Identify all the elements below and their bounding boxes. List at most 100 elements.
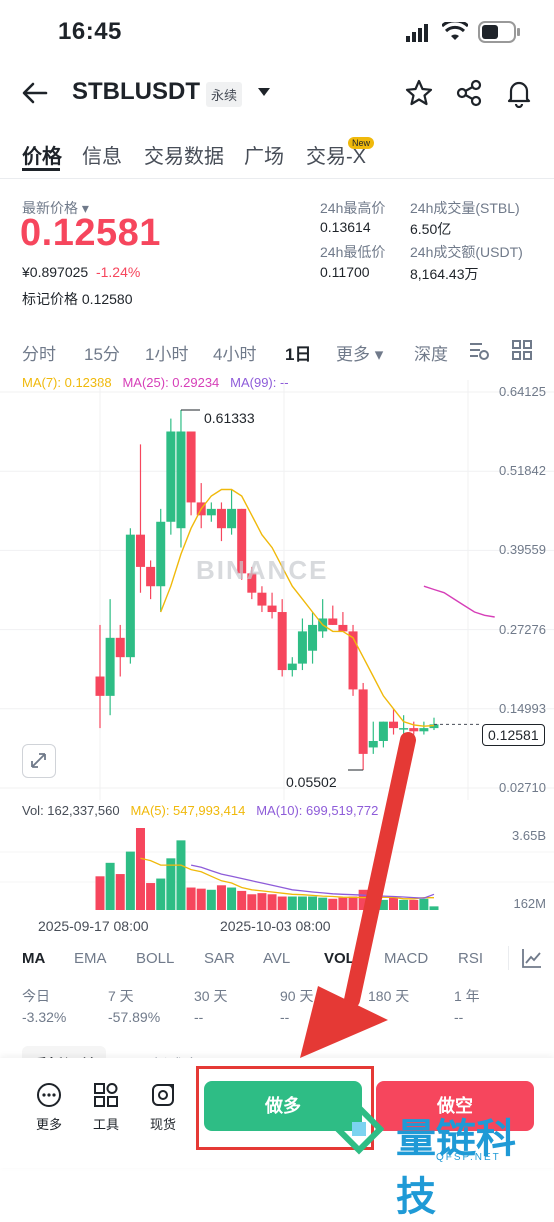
bell-icon[interactable]	[504, 78, 534, 108]
indicator-sar[interactable]: SAR	[204, 950, 235, 967]
share-icon[interactable]	[454, 78, 484, 108]
candle-body	[135, 534, 145, 567]
interval-15m[interactable]: 15分	[84, 340, 120, 365]
grid-layout-icon[interactable]	[512, 340, 532, 360]
candle-body	[348, 631, 358, 690]
more-tool[interactable]: 更多	[29, 1082, 69, 1133]
back-arrow-icon[interactable]	[20, 80, 50, 106]
vol-min-label: 162M	[513, 896, 546, 911]
candle-body	[338, 624, 348, 632]
symbol-title[interactable]: STBLUSDT	[72, 78, 200, 106]
volume-bar	[146, 883, 156, 910]
volume-bar	[196, 888, 206, 910]
indicator-rsi[interactable]: RSI	[458, 950, 483, 967]
candle-body	[95, 676, 105, 696]
interval-depth[interactable]: 深度	[414, 340, 448, 365]
y-tick-label: 0.39559	[499, 542, 546, 558]
volume-bar	[277, 896, 287, 910]
perf-30d-value: --	[194, 1009, 204, 1025]
indicator-boll[interactable]: BOLL	[136, 950, 174, 967]
indicator-vol[interactable]: VOL	[324, 950, 355, 967]
volume-chart[interactable]	[0, 822, 554, 914]
volume-bar	[419, 898, 429, 910]
candle-body	[166, 431, 176, 522]
indicator-macd[interactable]: MACD	[384, 950, 428, 967]
tools-tool[interactable]: 工具	[86, 1082, 126, 1133]
interval-timeline[interactable]: 分时	[22, 340, 56, 365]
vol-usdt-label: 24h成交额(USDT)	[410, 244, 523, 260]
last-price: 0.12581	[20, 212, 161, 254]
binance-watermark: BINANCE	[196, 555, 329, 585]
candle-body	[206, 508, 216, 516]
candle-body	[176, 431, 186, 529]
volume-bar	[166, 858, 176, 910]
volume-bar	[318, 897, 328, 910]
low-24h-label: 24h最低价	[320, 244, 386, 260]
chart-settings-icon[interactable]	[468, 340, 490, 362]
volume-bar	[308, 896, 318, 910]
spot-tool[interactable]: 现货	[143, 1082, 183, 1133]
candle-body	[399, 728, 409, 730]
fullscreen-button[interactable]	[22, 744, 56, 778]
caret-down-icon: ▾	[374, 345, 384, 364]
caret-down-icon[interactable]	[256, 86, 272, 98]
volume-bar	[247, 894, 257, 910]
interval-1d[interactable]: 1日	[285, 340, 311, 365]
status-bar: 16:45	[0, 0, 554, 64]
volume-legend: Vol: 162,337,560 MA(5): 547,993,414 MA(1…	[22, 803, 378, 818]
brand-name: 量链科技	[396, 1117, 516, 1219]
candle-body	[125, 534, 135, 658]
ma25-line	[423, 585, 495, 618]
y-tick-label: 0.02710	[499, 780, 546, 795]
star-icon[interactable]	[404, 78, 434, 108]
interval-1h[interactable]: 1小时	[145, 340, 188, 365]
volume-bar	[267, 894, 277, 910]
volume-bar	[216, 885, 226, 910]
candle-body	[257, 592, 267, 606]
volume-bar	[227, 887, 237, 910]
wifi-icon	[442, 22, 468, 40]
interval-more[interactable]: 更多 ▾	[336, 340, 383, 365]
indicator-ma[interactable]: MA	[22, 950, 45, 967]
indicator-chart-icon[interactable]	[520, 946, 544, 970]
current-price-tag: 0.12581	[482, 724, 545, 746]
candle-body	[105, 637, 115, 696]
candle-body	[358, 689, 368, 754]
cny-price: ¥0.897025 -1.24%	[22, 264, 141, 280]
new-badge: New	[348, 137, 375, 149]
tab-square[interactable]: 广场	[244, 140, 284, 169]
date-label-1: 2025-09-17 08:00	[38, 918, 149, 934]
candle-body	[115, 637, 125, 658]
perf-30d-label: 30 天	[194, 988, 228, 1004]
price-chart[interactable]	[0, 380, 554, 800]
perpetual-badge: 永续	[206, 82, 243, 107]
candle-body	[186, 431, 196, 503]
candle-body	[409, 728, 419, 732]
tab-info[interactable]: 信息	[82, 140, 122, 169]
vol-value: Vol: 162,337,560	[22, 803, 120, 818]
y-tick-label: 0.51842	[499, 463, 546, 479]
tab-trading-data[interactable]: 交易数据	[144, 140, 224, 169]
volume-bar	[156, 878, 166, 910]
active-tab-indicator	[22, 168, 60, 171]
tab-price[interactable]: 价格	[22, 140, 62, 169]
candle-body	[419, 728, 429, 732]
perf-7d-label: 7 天	[108, 988, 134, 1004]
change-percent: -1.24%	[95, 264, 141, 280]
candle-body	[308, 624, 318, 651]
perf-1y-label: 1 年	[454, 988, 480, 1004]
volume-bar	[257, 893, 267, 910]
vol-usdt-value: 8,164.43万	[410, 266, 479, 282]
divider	[508, 946, 509, 970]
candle-body	[297, 631, 307, 664]
volume-bar	[115, 874, 125, 910]
candle-body	[328, 618, 338, 625]
volume-bar	[237, 890, 247, 910]
candle-body	[156, 521, 166, 587]
high-24h-label: 24h最高价	[320, 200, 386, 216]
volume-bar	[125, 851, 135, 910]
indicator-avl[interactable]: AVL	[263, 950, 290, 967]
indicator-ema[interactable]: EMA	[74, 950, 107, 967]
status-time: 16:45	[58, 18, 122, 45]
interval-4h[interactable]: 4小时	[213, 340, 256, 365]
